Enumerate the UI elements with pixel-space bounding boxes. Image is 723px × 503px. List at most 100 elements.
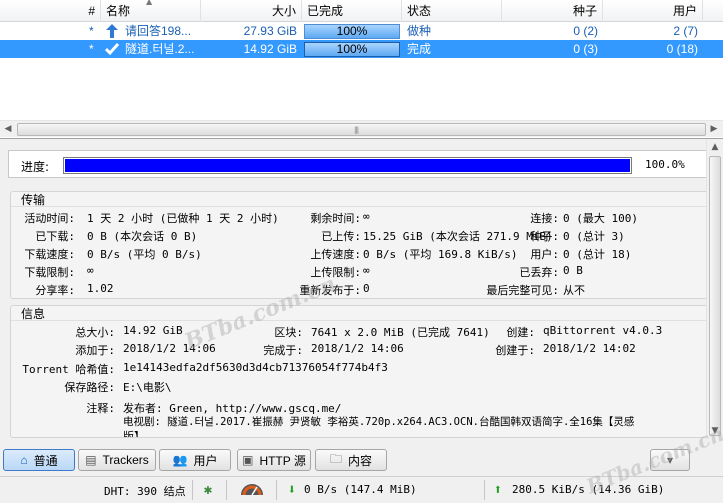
created-on-value: 2018/1/2 14:02 (543, 342, 636, 355)
uploaded-label: 已上传: (321, 230, 361, 243)
divider (11, 206, 711, 207)
upload-arrow-icon: ⬆ (493, 482, 503, 498)
tab-peers[interactable]: 👥 用户 (159, 449, 231, 471)
collapse-icon: ▾ (666, 453, 674, 467)
dl-limit-label: 下载限制: (24, 266, 75, 279)
peers-label: 用户: (530, 248, 559, 261)
transfer-group: 传输 活动时间: 1 天 2 小时 (已做种 1 天 2 小时) 剩余时间: ∞… (10, 191, 712, 299)
active-time-label: 活动时间: (24, 212, 75, 225)
folder-icon: 🗀 (329, 451, 342, 466)
added-value: 2018/1/2 14:06 (123, 342, 216, 355)
tab-http-sources[interactable]: ▣ HTTP 源 (237, 449, 311, 471)
list-horizontal-scrollbar[interactable]: ◀ ||| ▶ (0, 120, 723, 137)
dl-limit-value: ∞ (87, 264, 94, 277)
col-header-status[interactable]: 状态 (402, 0, 502, 22)
tab-label: 用户 (193, 453, 218, 468)
created-by-label: 创建: (506, 326, 535, 339)
save-path-value[interactable]: E:\电影\ (123, 379, 172, 395)
torrent-list[interactable]: # 名称 ▲ 大小 已完成 状态 种子 用户 * 请回答198... 27.93… (0, 0, 723, 139)
arrow-up-icon (104, 22, 120, 40)
tab-content[interactable]: 🗀 内容 (315, 449, 387, 471)
ul-limit-value: ∞ (363, 264, 370, 277)
details-tabbar: ⌂ 普通 ▤ Trackers 👥 用户 ▣ HTTP 源 🗀 内容 ▾ (0, 447, 723, 473)
tab-trackers[interactable]: ▤ Trackers (78, 449, 156, 471)
tab-general[interactable]: ⌂ 普通 (3, 449, 75, 471)
col-header-size[interactable]: 大小 (201, 0, 302, 22)
col-header-done[interactable]: 已完成 (302, 0, 402, 22)
progress-label: 进度: (21, 160, 50, 174)
divider (276, 480, 277, 500)
speed-limit-gauge-icon[interactable] (238, 480, 266, 500)
hash-label: Torrent 哈希值: (22, 363, 115, 376)
collapse-panel-button[interactable]: ▾ (650, 449, 690, 471)
tab-label: 内容 (348, 453, 373, 468)
checkmark-icon (104, 40, 120, 58)
tab-label: HTTP 源 (259, 453, 306, 468)
comment-line-3[interactable]: 版】 (123, 428, 145, 437)
list-header: # 名称 ▲ 大小 已完成 状态 种子 用户 (0, 0, 723, 22)
remaining-value: ∞ (363, 210, 370, 223)
ratio-value: 1.02 (87, 282, 114, 295)
scroll-right-icon[interactable]: ▶ (706, 122, 722, 137)
last-seen-value: 从不 (563, 284, 585, 297)
scroll-down-icon[interactable]: ▼ (707, 423, 723, 439)
dl-speed-label: 下载速度: (24, 248, 75, 261)
divider (192, 480, 193, 500)
comment-line-2[interactable]: 电视剧: 隧道.터널.2017.崔振赫 尹贤敏 李裕英.720p.x264.AC… (123, 414, 634, 429)
downloaded-value: 0 B (本次会话 0 B) (87, 230, 198, 243)
scrollbar-thumb[interactable]: ||| (17, 123, 706, 136)
col-header-seeds[interactable]: 种子 (502, 0, 603, 22)
row-size: 14.92 GiB (243, 42, 297, 56)
active-time-value: 1 天 2 小时 (已做种 1 天 2 小时) (87, 212, 279, 225)
scrollbar-thumb[interactable] (709, 156, 721, 436)
ul-limit-label: 上传限制: (310, 266, 361, 279)
row-peers: 0 (18) (666, 42, 698, 56)
total-size-value: 14.92 GiB (123, 324, 183, 337)
row-size: 27.93 GiB (243, 24, 297, 38)
divider (11, 320, 711, 321)
download-arrow-icon: ⬇ (287, 482, 297, 498)
status-bar: DHT: 390 结点 ✱ ⬇ 0 B/s (147.4 MiB) ⬆ 280.… (0, 476, 723, 503)
ul-speed-label: 上传速度: (310, 248, 361, 261)
save-path-label: 保存路径: (64, 381, 115, 394)
total-size-label: 总大小: (75, 326, 115, 339)
users-icon: 👥 (172, 453, 188, 467)
hash-value[interactable]: 1e14143edfa2df5630d3d4cb71376054f774b4f3 (123, 361, 388, 374)
table-row[interactable]: * 请回答198... 27.93 GiB 100% 做种 0 (2) 2 (7… (0, 22, 723, 40)
info-group: 信息 总大小: 14.92 GiB 区块: 7641 x 2.0 MiB (已完… (10, 305, 712, 438)
tab-label: 普通 (33, 453, 58, 468)
progress-value: 100.0% (645, 158, 685, 171)
created-by-value: qBittorrent v4.0.3 (543, 324, 663, 337)
row-peers: 2 (7) (673, 24, 698, 38)
table-row-selected[interactable]: * 隧道.터널.2... 14.92 GiB 100% 完成 0 (3) 0 (… (0, 40, 723, 58)
row-seeds: 0 (2) (573, 24, 598, 38)
row-status: 完成 (407, 42, 432, 56)
last-seen-label: 最后完整可见: (486, 284, 559, 297)
scroll-up-icon[interactable]: ▲ (707, 139, 723, 155)
row-progress-bar: 100% (304, 42, 400, 57)
peers-value: 0 (总计 18) (563, 248, 632, 261)
scroll-left-icon[interactable]: ◀ (0, 122, 16, 137)
plugin-icon[interactable]: ✱ (198, 480, 218, 500)
col-header-num[interactable]: # (0, 0, 101, 22)
row-name: 隧道.터널.2... (125, 42, 195, 56)
details-vertical-scrollbar[interactable]: ▲ ▼ (706, 139, 723, 439)
tracker-icon: ▤ (85, 453, 97, 467)
sort-asc-icon: ▲ (146, 0, 153, 6)
reannounce-label: 重新发布于: (299, 284, 361, 297)
col-header-peers[interactable]: 用户 (603, 0, 703, 22)
download-speed-status[interactable]: 0 B/s (147.4 MiB) (304, 483, 417, 496)
added-label: 添加于: (75, 344, 115, 357)
dl-speed-value: 0 B/s (平均 0 B/s) (87, 248, 202, 261)
seeds-label: 种子: (530, 230, 559, 243)
grip-icon: ||| (354, 126, 359, 134)
downloaded-label: 已下载: (35, 230, 75, 243)
created-on-label: 创建于: (495, 344, 535, 357)
divider (484, 480, 485, 500)
progress-row: 进度: 100.0% (8, 150, 712, 178)
completed-value: 2018/1/2 14:06 (311, 342, 404, 355)
upload-speed-status[interactable]: 280.5 KiB/s (14.36 GiB) (512, 483, 664, 496)
remaining-label: 剩余时间: (310, 212, 361, 225)
row-progress-bar: 100% (304, 24, 400, 39)
connections-label: 连接: (530, 212, 559, 225)
